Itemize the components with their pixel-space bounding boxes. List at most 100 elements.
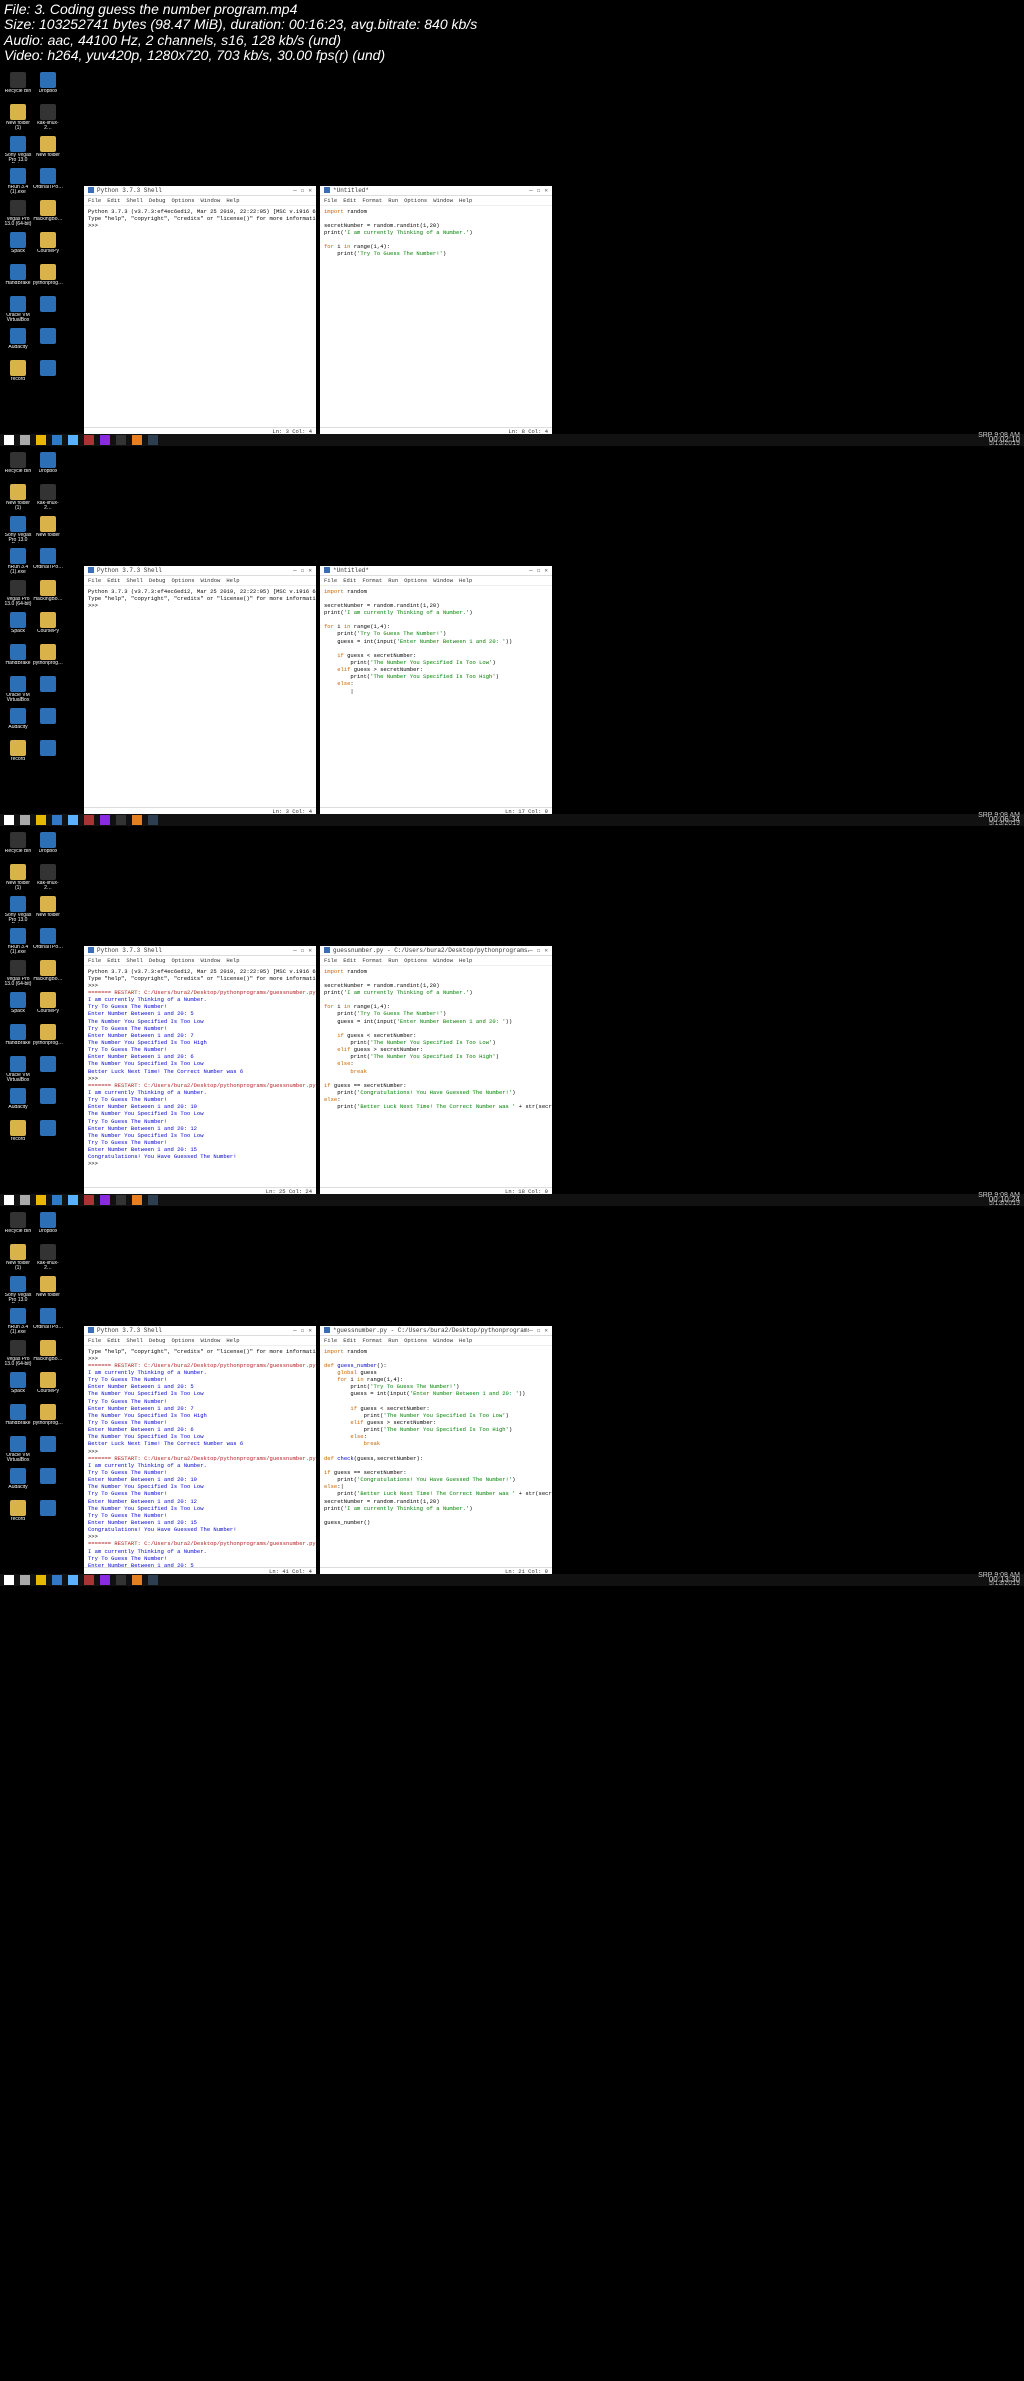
desktop-icon[interactable]: Spack — [4, 612, 32, 642]
desktop-icon[interactable]: pythonprog… — [34, 1024, 62, 1054]
menu-item[interactable]: Window — [433, 197, 453, 204]
menu-item[interactable]: Help — [226, 577, 239, 584]
taskbar-item-icon[interactable] — [52, 815, 62, 825]
desktop-icon[interactable] — [34, 296, 62, 326]
desktop-icon[interactable]: pythonprog… — [34, 644, 62, 674]
menu-item[interactable]: Help — [459, 957, 472, 964]
menu-item[interactable]: Help — [226, 957, 239, 964]
desktop-icon[interactable]: kak-linux-2… — [34, 1244, 62, 1274]
desktop-icon[interactable] — [34, 1500, 62, 1530]
desktop-icon[interactable]: Dropbox — [34, 1212, 62, 1242]
taskbar-item-icon[interactable] — [52, 1195, 62, 1205]
taskbar-item-icon[interactable] — [36, 435, 46, 445]
desktop-icon[interactable]: New folder — [34, 1276, 62, 1306]
taskbar-item-icon[interactable] — [148, 815, 158, 825]
taskbar-item-icon[interactable] — [4, 815, 14, 825]
menu-item[interactable]: Debug — [149, 577, 166, 584]
minimize-button[interactable]: — — [529, 1327, 533, 1334]
menu-item[interactable]: Debug — [149, 197, 166, 204]
desktop-icon[interactable]: HackingBo… — [34, 1340, 62, 1370]
taskbar-item-icon[interactable] — [68, 1575, 78, 1585]
menu-bar[interactable]: FileEditFormatRunOptionsWindowHelp — [320, 576, 552, 586]
maximize-button[interactable]: ☐ — [301, 1327, 305, 1334]
desktop-icon[interactable]: Audacity — [4, 708, 32, 738]
window-titlebar[interactable]: Python 3.7.3 Shell—☐✕ — [84, 946, 316, 956]
desktop-icon[interactable]: New folder (1) — [4, 484, 32, 514]
taskbar-item-icon[interactable] — [84, 815, 94, 825]
menu-item[interactable]: Window — [433, 957, 453, 964]
idle-editor-window[interactable]: *Untitled*—☐✕FileEditFormatRunOptionsWin… — [320, 186, 552, 436]
menu-item[interactable]: Debug — [149, 1337, 166, 1344]
desktop-icon[interactable] — [34, 1120, 62, 1150]
minimize-button[interactable]: — — [293, 1327, 297, 1334]
window-titlebar[interactable]: *Untitled*—☐✕ — [320, 186, 552, 196]
taskbar-item-icon[interactable] — [20, 1575, 30, 1585]
close-button[interactable]: ✕ — [308, 567, 312, 574]
maximize-button[interactable]: ☐ — [537, 1327, 541, 1334]
window-titlebar[interactable]: guessnumber.py - C:/Users/bura2/Desktop/… — [320, 946, 552, 956]
menu-item[interactable]: File — [324, 957, 337, 964]
desktop-icon[interactable] — [34, 328, 62, 358]
desktop-icon[interactable]: Sony Vegas Pro 13.0 Bui… — [4, 136, 32, 166]
menu-item[interactable]: Window — [201, 197, 221, 204]
taskbar-item-icon[interactable] — [116, 1575, 126, 1585]
desktop-icon[interactable]: Audacity — [4, 328, 32, 358]
taskbar-item-icon[interactable] — [132, 435, 142, 445]
taskbar-item-icon[interactable] — [68, 435, 78, 445]
maximize-button[interactable]: ☐ — [537, 567, 541, 574]
menu-item[interactable]: Shell — [126, 1337, 143, 1344]
desktop-icon[interactable]: HackingBo… — [34, 200, 62, 230]
desktop-icon[interactable]: Vegas Pro 13.0 (64-bit) — [4, 200, 32, 230]
menu-item[interactable]: Options — [171, 957, 194, 964]
desktop-icon[interactable]: Oracle VM VirtualBox — [4, 676, 32, 706]
menu-item[interactable]: Format — [362, 577, 382, 584]
menu-item[interactable]: Shell — [126, 197, 143, 204]
desktop-icon[interactable]: New folder (1) — [4, 1244, 32, 1274]
idle-editor-window[interactable]: *guessnumber.py - C:/Users/bura2/Desktop… — [320, 1326, 552, 1576]
close-button[interactable]: ✕ — [308, 187, 312, 194]
desktop-icon[interactable]: Spack — [4, 992, 32, 1022]
desktop-icon[interactable] — [34, 1436, 62, 1466]
taskbar-item-icon[interactable] — [68, 815, 78, 825]
minimize-button[interactable]: — — [293, 567, 297, 574]
menu-item[interactable]: File — [324, 1337, 337, 1344]
menu-item[interactable]: Window — [433, 577, 453, 584]
menu-item[interactable]: Edit — [107, 1337, 120, 1344]
desktop-icon[interactable]: HackingBo… — [34, 960, 62, 990]
desktop-icon[interactable]: record — [4, 1120, 32, 1150]
desktop-icon[interactable]: Sony Vegas Pro 13.0 Bui… — [4, 896, 32, 926]
desktop-icon[interactable]: kak-linux-2… — [34, 104, 62, 134]
python-shell-window[interactable]: Python 3.7.3 Shell—☐✕FileEditShellDebugO… — [84, 946, 316, 1196]
close-button[interactable]: ✕ — [544, 1327, 548, 1334]
desktop-icon[interactable]: Sony Vegas Pro 13.0 Bui… — [4, 516, 32, 546]
menu-item[interactable]: Edit — [343, 1337, 356, 1344]
taskbar-item-icon[interactable] — [52, 1575, 62, 1585]
menu-item[interactable]: Format — [362, 1337, 382, 1344]
close-button[interactable]: ✕ — [544, 567, 548, 574]
menu-bar[interactable]: FileEditShellDebugOptionsWindowHelp — [84, 956, 316, 966]
menu-item[interactable]: Run — [388, 577, 398, 584]
menu-item[interactable]: Debug — [149, 957, 166, 964]
desktop-icon[interactable]: Recycle Bin — [4, 452, 32, 482]
menu-item[interactable]: Options — [404, 957, 427, 964]
desktop-icon[interactable]: record — [4, 360, 32, 390]
taskbar-item-icon[interactable] — [116, 815, 126, 825]
taskbar-item-icon[interactable] — [116, 1195, 126, 1205]
taskbar-item-icon[interactable] — [132, 1195, 142, 1205]
menu-item[interactable]: Edit — [107, 577, 120, 584]
desktop-icon[interactable]: record — [4, 740, 32, 770]
desktop-icon[interactable]: kak-linux-2… — [34, 484, 62, 514]
desktop-icon[interactable]: New folder (1) — [4, 104, 32, 134]
desktop-icon[interactable]: New folder — [34, 516, 62, 546]
taskbar-item-icon[interactable] — [68, 1195, 78, 1205]
desktop-icon[interactable]: HandBrake — [4, 644, 32, 674]
desktop-icon[interactable]: nRun 3.4 (1).exe — [4, 928, 32, 958]
taskbar[interactable]: SRP 9:08 AM5/13/2019 — [0, 434, 1024, 446]
taskbar[interactable]: SRP 9:08 AM5/13/2019 — [0, 814, 1024, 826]
maximize-button[interactable]: ☐ — [301, 567, 305, 574]
menu-item[interactable]: Window — [201, 957, 221, 964]
menu-item[interactable]: Edit — [343, 957, 356, 964]
shell-output[interactable]: Python 3.7.3 (v3.7.3:ef4ec6ed12, Mar 25 … — [84, 206, 316, 427]
python-shell-window[interactable]: Python 3.7.3 Shell—☐✕FileEditShellDebugO… — [84, 186, 316, 436]
taskbar-item-icon[interactable] — [100, 815, 110, 825]
